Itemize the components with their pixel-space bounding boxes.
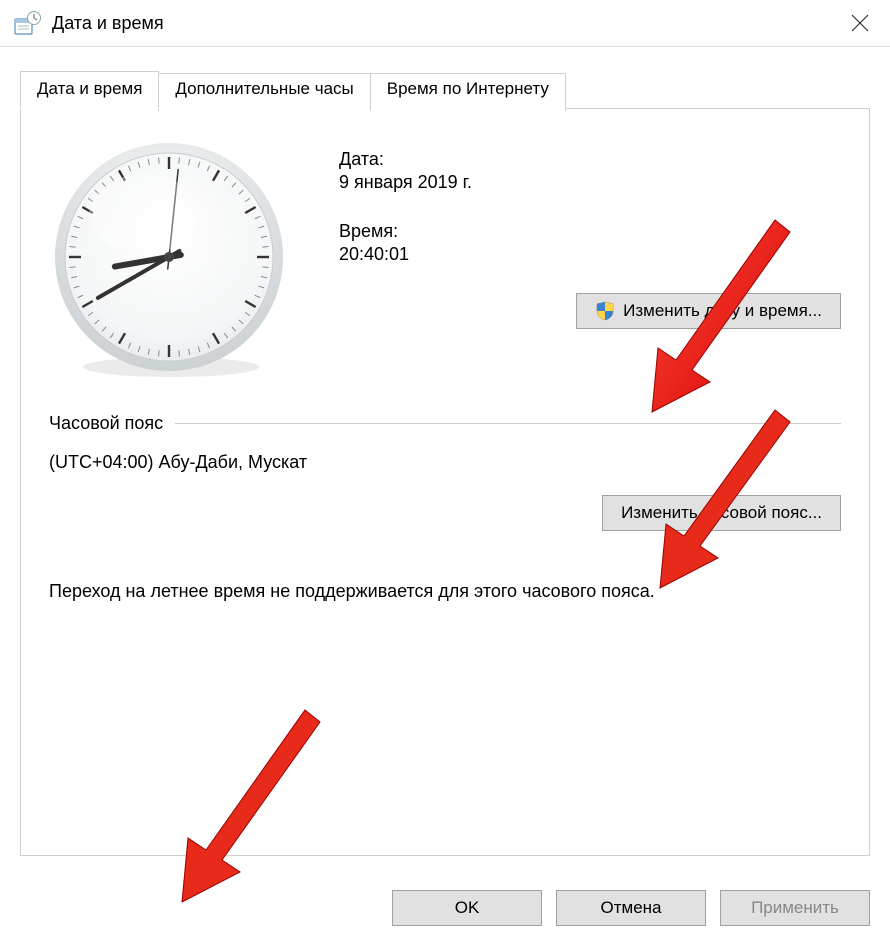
tab-bar: Дата и время Дополнительные часы Время п…	[20, 70, 870, 108]
change-timezone-button[interactable]: Изменить часовой пояс...	[602, 495, 841, 531]
tab-additional-clocks[interactable]: Дополнительные часы	[158, 73, 370, 111]
divider	[175, 423, 841, 424]
analog-clock	[49, 139, 289, 379]
tab-date-time[interactable]: Дата и время	[20, 71, 159, 109]
timezone-heading: Часовой пояс	[49, 413, 163, 434]
change-datetime-label: Изменить дату и время...	[623, 301, 822, 321]
shield-icon	[595, 301, 615, 321]
timezone-section-header: Часовой пояс	[49, 413, 841, 434]
timezone-value: (UTC+04:00) Абу-Даби, Мускат	[49, 452, 841, 473]
dialog-footer: OK Отмена Применить	[0, 890, 890, 926]
time-value: 20:40:01	[339, 244, 841, 265]
titlebar: Дата и время	[0, 0, 890, 47]
apply-button[interactable]: Применить	[720, 890, 870, 926]
change-timezone-label: Изменить часовой пояс...	[621, 503, 822, 523]
dialog-pane: Дата и время Дополнительные часы Время п…	[20, 70, 870, 856]
datetime-icon	[14, 11, 42, 35]
tab-internet-time[interactable]: Время по Интернету	[370, 73, 566, 111]
ok-button[interactable]: OK	[392, 890, 542, 926]
close-button[interactable]	[830, 0, 890, 46]
cancel-button[interactable]: Отмена	[556, 890, 706, 926]
change-datetime-button[interactable]: Изменить дату и время...	[576, 293, 841, 329]
time-label: Время:	[339, 221, 841, 242]
date-value: 9 января 2019 г.	[339, 172, 841, 193]
window-title: Дата и время	[52, 13, 164, 34]
date-label: Дата:	[339, 149, 841, 170]
tab-content: Дата: 9 января 2019 г. Время: 20:40:01	[20, 108, 870, 856]
dst-note: Переход на летнее время не поддерживаетс…	[49, 581, 841, 602]
